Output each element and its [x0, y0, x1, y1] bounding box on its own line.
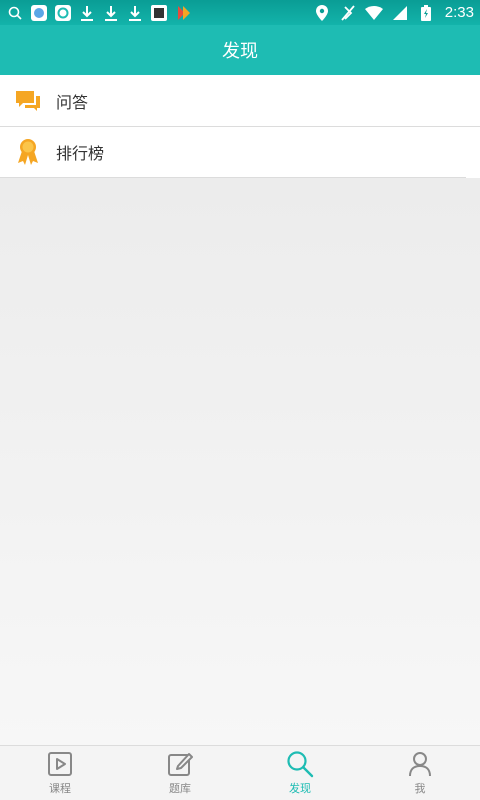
signal-icon [391, 4, 409, 22]
tab-label: 发现 [289, 782, 311, 795]
location-icon [313, 4, 331, 22]
tab-label: 题库 [169, 782, 191, 795]
app-bar: 发现 [0, 25, 480, 75]
wifi-icon [364, 4, 383, 22]
tab-me[interactable]: 我 [360, 746, 480, 800]
list-item-label: 问答 [56, 92, 89, 112]
clock: 2:33 [444, 4, 474, 21]
edit-icon [166, 750, 194, 778]
list-item-qa[interactable]: 问答 [0, 75, 480, 126]
status-bar: 2:33 [0, 0, 480, 25]
app-icon [150, 4, 168, 22]
discover-list: 问答 排行榜 [0, 75, 480, 178]
download-icon [78, 4, 96, 22]
chat-bubbles-icon [14, 87, 42, 115]
status-system: 2:33 [313, 4, 474, 22]
battery-icon [417, 4, 435, 22]
app-icon [30, 4, 48, 22]
bottom-tab-bar: 课程 题库 发现 我 [0, 745, 480, 800]
user-icon [406, 750, 434, 778]
download-icon [102, 4, 120, 22]
status-notifications [6, 4, 192, 22]
content-area [0, 178, 480, 745]
tab-label: 我 [414, 782, 426, 795]
search-icon [6, 4, 24, 22]
search-icon [286, 750, 314, 778]
tab-label: 课程 [49, 782, 71, 795]
app-icon [174, 4, 192, 22]
play-icon [46, 750, 74, 778]
medal-icon [14, 138, 42, 166]
list-item-label: 排行榜 [56, 143, 105, 163]
tab-question-bank[interactable]: 题库 [120, 746, 240, 800]
page-title: 发现 [222, 41, 258, 62]
download-icon [126, 4, 144, 22]
app-icon [54, 4, 72, 22]
list-item-ranking[interactable]: 排行榜 [0, 126, 480, 177]
tab-courses[interactable]: 课程 [0, 746, 120, 800]
no-signal-icon [339, 4, 357, 22]
tab-discover[interactable]: 发现 [240, 746, 360, 800]
